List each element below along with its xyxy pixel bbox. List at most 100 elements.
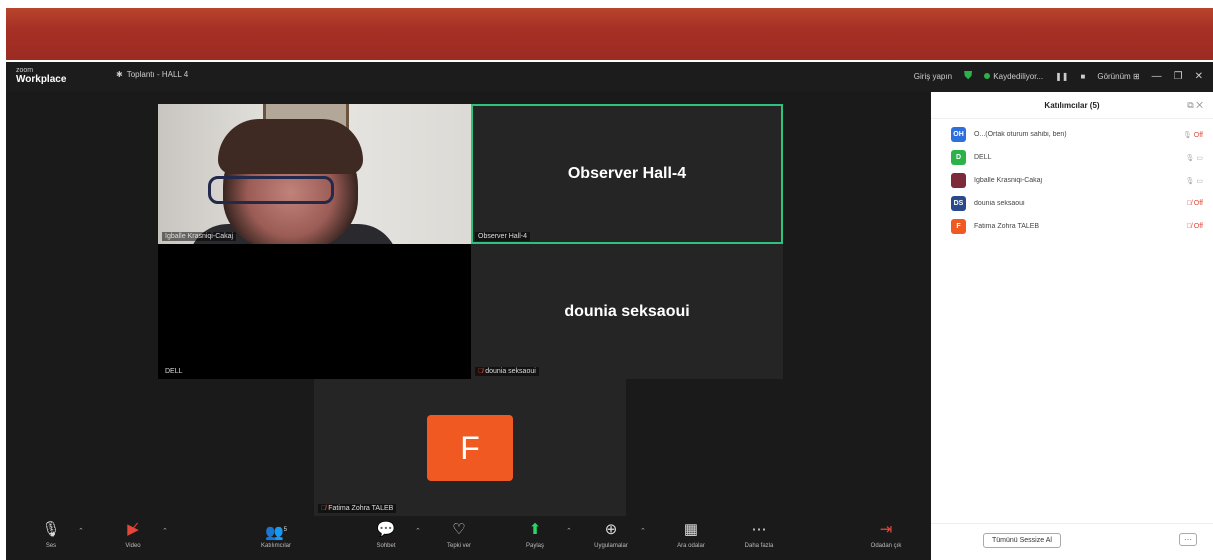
mic-icon[interactable]: 🎙 — [1183, 132, 1192, 139]
zoom-logo: zoom Workplace — [16, 66, 67, 85]
participant-row[interactable]: D DELL 🎙 ▭ — [931, 146, 1213, 169]
video-status: Off — [1193, 131, 1203, 139]
apps-options-icon[interactable]: ⌃ — [640, 527, 646, 535]
camera-icon[interactable]: ▭ — [1196, 178, 1203, 185]
video-tile-fatima[interactable]: F 🎙̸ Fatima Zohra TALEB — [314, 379, 626, 516]
breakout-rooms-button[interactable]: ▦ Ara odalar — [666, 520, 716, 549]
avatar: F — [427, 415, 513, 481]
maximize-icon[interactable]: ❐ — [1174, 71, 1183, 82]
person-hair — [218, 119, 363, 174]
video-options-icon[interactable]: ⌃ — [162, 527, 168, 535]
presentation-header-bar — [6, 8, 1213, 60]
video-tile-dounia[interactable]: dounia seksaoui 🎙̸ dounia seksaoui — [471, 244, 783, 379]
breakout-rooms-icon: ▦ — [683, 521, 699, 538]
mic-muted-icon: 🎙̸ — [478, 368, 484, 375]
share-button[interactable]: ⬆ Paylaş — [510, 520, 560, 549]
tool-label: Katılımcılar — [260, 543, 291, 549]
video-off-icon: ▶̸ — [127, 521, 139, 538]
participant-row[interactable]: Igballe Krasniqi-Cakaj 🎙 ▭ — [931, 169, 1213, 192]
minimize-icon[interactable]: — — [1152, 71, 1162, 82]
chat-button[interactable]: 💬 Sohbet — [361, 520, 411, 549]
mic-muted-icon: 🎙̸ — [321, 505, 327, 512]
tile-name: Igballe Krasniqi-Cakaj — [162, 232, 237, 241]
avatar: D — [951, 150, 966, 165]
share-icon: ⬆ — [528, 521, 542, 538]
grid-icon: ⊞ — [1132, 72, 1140, 81]
panel-title: Katılımcılar (5) — [1044, 101, 1100, 110]
recording-label: Kaydediliyor... — [993, 72, 1044, 81]
participant-name: O...(Ortak oturum sahibi, ben) — [974, 131, 1067, 138]
camera-feed — [158, 104, 471, 244]
tool-label: Daha fazla — [744, 543, 774, 549]
recording-indicator[interactable]: Kaydediliyor... — [984, 72, 1043, 81]
video-tile-igballe[interactable]: Igballe Krasniqi-Cakaj — [158, 104, 471, 244]
participant-name: Igballe Krasniqi-Cakaj — [974, 177, 1043, 184]
view-label: Görünüm — [1097, 72, 1131, 81]
audio-options-icon[interactable]: ⌃ — [78, 527, 84, 535]
mute-all-button[interactable]: Tümünü Sessize Al — [983, 533, 1061, 548]
participant-row[interactable]: F Fatima Zohra TALEB 🎙̸ Off — [931, 215, 1213, 238]
video-button[interactable]: ▶̸ Video — [108, 520, 158, 549]
meeting-info[interactable]: ✱ Toplantı - HALL 4 — [116, 70, 188, 79]
mic-muted-icon[interactable]: 🎙̸ — [1187, 200, 1192, 207]
participant-row[interactable]: DS dounia seksaoui 🎙̸ Off — [931, 192, 1213, 215]
share-options-icon[interactable]: ⌃ — [566, 527, 572, 535]
mic-muted-icon[interactable]: 🎙̸ — [1187, 223, 1192, 230]
chat-options-icon[interactable]: ⌃ — [415, 527, 421, 535]
more-button[interactable]: ⋯ Daha fazla — [734, 520, 784, 549]
tool-label: Ses — [45, 543, 57, 549]
participant-status: 🎙 Off — [1153, 131, 1213, 139]
apps-button[interactable]: ⊕ Uygulamalar — [586, 520, 636, 549]
video-status: Off — [1193, 200, 1203, 207]
tool-label: Ara odalar — [677, 543, 705, 549]
participant-name: dounia seksaoui — [974, 200, 1025, 207]
brand-bottom: Workplace — [16, 74, 67, 85]
camera-icon[interactable]: ▭ — [1196, 155, 1203, 162]
participants-count: 5 — [283, 527, 288, 533]
more-icon: ⋯ — [751, 521, 767, 538]
video-tile-dell[interactable]: DELL — [158, 244, 471, 379]
person-glasses — [208, 176, 334, 204]
avatar: F — [951, 219, 966, 234]
avatar: DS — [951, 196, 966, 211]
video-gallery: Igballe Krasniqi-Cakaj Observer Hall-4 O… — [6, 92, 931, 516]
audio-button[interactable]: 🎙 Ses — [26, 520, 76, 549]
close-icon[interactable]: ✕ — [1195, 71, 1203, 82]
avatar — [951, 173, 966, 188]
tile-name: Observer Hall-4 — [475, 232, 531, 241]
meeting-info-icon: ✱ — [116, 70, 123, 79]
participants-panel: Katılımcılar (5) ⧉ ✕ OH O...(Ortak oturu… — [931, 92, 1213, 560]
close-panel-icon[interactable]: ✕ — [1196, 100, 1203, 110]
tool-label: Paylaş — [525, 543, 544, 549]
participant-row[interactable]: OH O...(Ortak oturum sahibi, ben) 🎙 Off — [931, 123, 1213, 146]
popout-icon[interactable]: ⧉ — [1187, 100, 1193, 110]
mic-icon[interactable]: 🎙 — [1186, 178, 1195, 185]
participants-button[interactable]: 👥5 Katılımcılar — [251, 520, 301, 549]
panel-more-button[interactable]: ··· — [1179, 533, 1197, 546]
video-tile-observer[interactable]: Observer Hall-4 Observer Hall-4 — [471, 104, 783, 244]
meeting-toolbar: 🎙 Ses ⌃ ▶̸ Video ⌃ 👥5 Katılımcılar 💬 Soh… — [6, 516, 931, 560]
chat-icon: 💬 — [376, 521, 396, 538]
title-bar-right: Giriş yapın ⛊ Kaydediliyor... ❚❚ ■ Görün… — [914, 70, 1203, 83]
tool-label: Sohbet — [376, 543, 396, 549]
view-button[interactable]: Görünüm ⊞ — [1097, 72, 1139, 81]
mic-icon[interactable]: 🎙 — [1186, 155, 1195, 162]
tile-name: dounia seksaoui — [485, 368, 536, 375]
signin-link[interactable]: Giriş yapın — [914, 72, 952, 81]
heart-icon: ♡ — [452, 521, 466, 538]
tile-display-name: dounia seksaoui — [564, 302, 690, 320]
stop-recording-icon[interactable]: ■ — [1081, 72, 1086, 81]
pause-recording-icon[interactable]: ❚❚ — [1055, 72, 1068, 81]
reactions-button[interactable]: ♡ Tepki ver — [434, 520, 484, 549]
video-status: Off — [1193, 223, 1203, 230]
participant-status: 🎙 ▭ — [1153, 177, 1213, 185]
shield-icon[interactable]: ⛊ — [964, 70, 972, 83]
zoom-window: zoom Workplace ✱ Toplantı - HALL 4 Giriş… — [6, 62, 1213, 560]
apps-icon: ⊕ — [604, 521, 618, 538]
title-bar: zoom Workplace ✱ Toplantı - HALL 4 Giriş… — [6, 62, 1213, 92]
meeting-title: Toplantı - HALL 4 — [126, 70, 189, 79]
slide-top-margin — [0, 0, 1213, 8]
avatar: OH — [951, 127, 966, 142]
leave-button[interactable]: ⇥ Odadan çık — [861, 520, 911, 549]
tile-name-wrap: 🎙̸ dounia seksaoui — [475, 367, 539, 376]
